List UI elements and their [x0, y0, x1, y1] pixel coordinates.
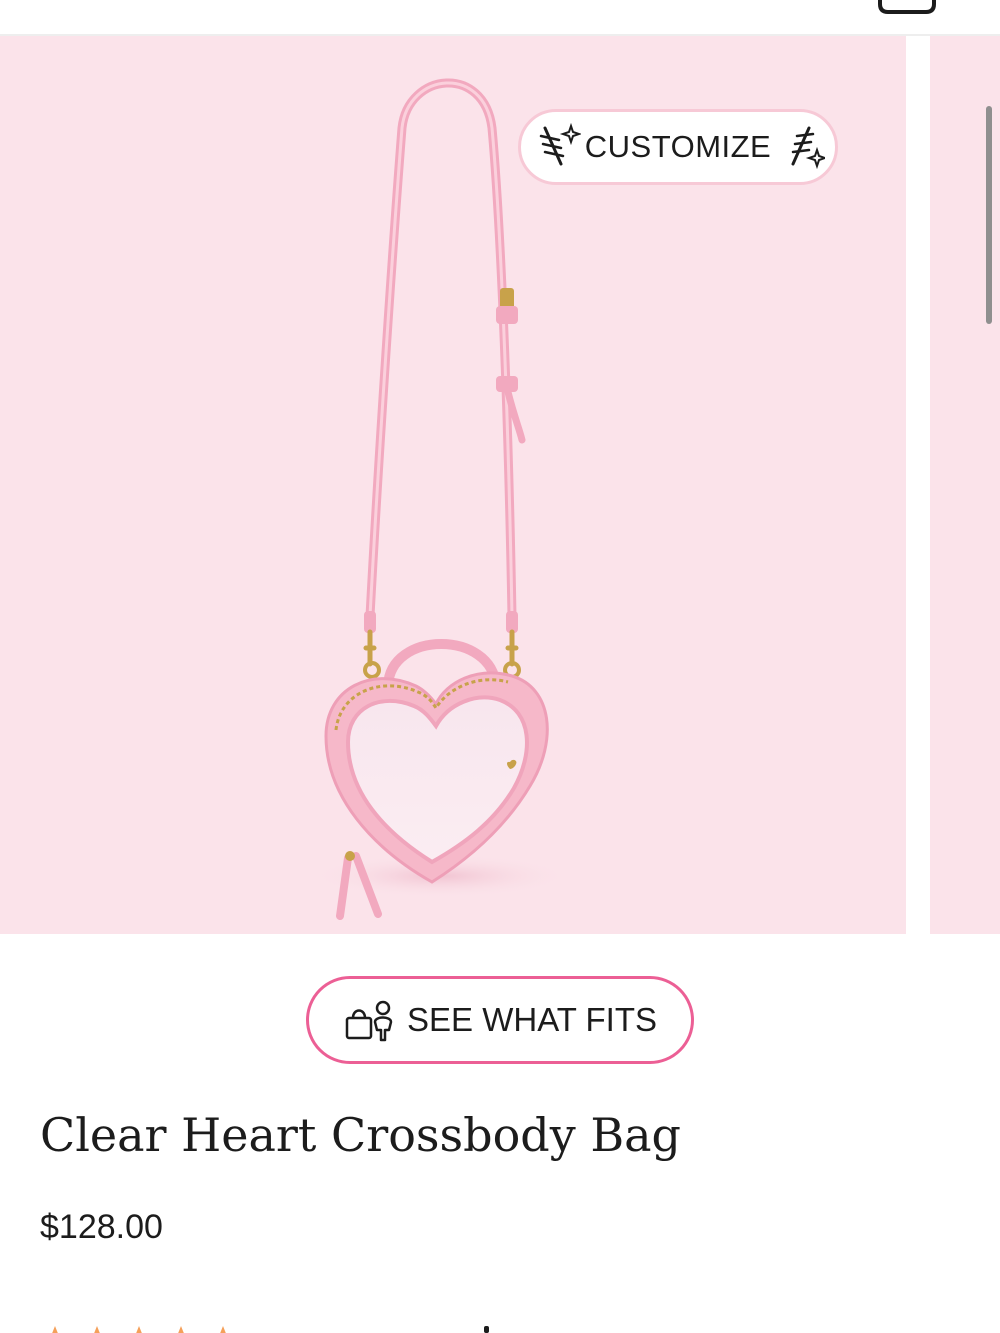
- product-image-slide[interactable]: CUSTOMIZE: [0, 36, 906, 934]
- star-icon: [52, 1326, 58, 1333]
- see-what-fits-button[interactable]: SEE WHAT FITS: [306, 976, 694, 1064]
- search-icon[interactable]: [812, 0, 848, 10]
- star-icon: [94, 1326, 100, 1333]
- star-icon: [178, 1326, 184, 1333]
- customize-button[interactable]: CUSTOMIZE: [518, 109, 838, 185]
- star-icon: [136, 1326, 142, 1333]
- rating-stars[interactable]: [40, 1322, 260, 1333]
- product-price: $128.00: [40, 1208, 163, 1246]
- product-image-gallery[interactable]: CUSTOMIZE: [0, 36, 1000, 934]
- see-what-fits-label: SEE WHAT FITS: [407, 1001, 657, 1038]
- shopping-bag-icon[interactable]: [874, 0, 938, 14]
- bag-and-person-icon: [345, 1000, 393, 1042]
- star-icon: [220, 1326, 226, 1333]
- top-navigation-bar: [0, 0, 1000, 36]
- customize-label: CUSTOMIZE: [584, 129, 772, 164]
- sparkle-pin-icon: [791, 126, 826, 170]
- page-scrollbar[interactable]: [986, 106, 992, 324]
- product-title: Clear Heart Crossbody Bag: [40, 1108, 681, 1162]
- sparkle-pin-icon: [539, 122, 581, 166]
- review-count-fragment[interactable]: [484, 1326, 489, 1333]
